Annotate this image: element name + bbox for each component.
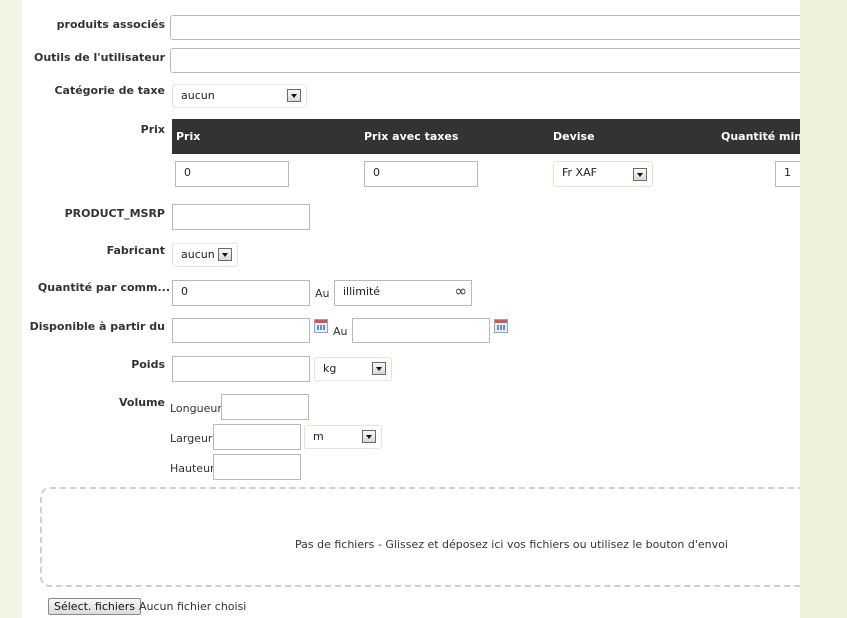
msrp-label: PRODUCT_MSRP [64,207,165,220]
weight-unit-value: kg [323,362,337,375]
price-table-header: Prix Prix avec taxes Devise Quantité min… [172,119,800,154]
available-from-label: Disponible à partir du [29,320,165,333]
calendar-icon[interactable] [314,319,328,333]
volume-unit-value: m [313,430,324,443]
height-label: Hauteur [170,462,215,475]
price-col-header: Prix [176,130,201,143]
price-tax-col-header: Prix avec taxes [364,130,459,143]
manufacturer-label: Fabricant [106,244,165,257]
currency-col-header: Devise [553,130,595,143]
left-background [0,0,22,618]
order-qty-label: Quantité par comm... [37,281,170,294]
currency-value: Fr XAF [562,166,597,179]
currency-select[interactable]: Fr XAF [553,161,653,187]
right-background [800,0,847,618]
chevron-down-icon [218,248,232,261]
price-label: Prix [140,123,165,136]
associated-products-label: produits associés [56,18,165,31]
msrp-input[interactable] [172,204,310,230]
available-to-input[interactable] [352,318,490,343]
price-with-tax-input[interactable]: 0 [364,161,478,187]
weight-label: Poids [131,358,165,371]
file-drop-zone[interactable]: Pas de fichiers - Glissez et déposez ici… [40,487,800,587]
product-form-panel: produits associés Outils de l'utilisateu… [22,0,800,618]
order-qty-to-input[interactable]: illimité ∞ [334,280,472,306]
order-qty-from-input[interactable]: 0 [172,280,310,306]
volume-unit-select[interactable]: m [304,425,382,449]
weight-unit-select[interactable]: kg [314,357,392,381]
calendar-icon[interactable] [494,319,508,333]
price-input[interactable]: 0 [175,161,289,187]
order-qty-to-label: Au [315,287,330,300]
user-tools-label: Outils de l'utilisateur [33,51,165,64]
min-qty-col-header: Quantité minim [721,130,800,143]
chevron-down-icon [362,430,376,443]
available-from-input[interactable] [172,318,310,343]
chevron-down-icon [287,89,301,102]
tax-category-value: aucun [181,89,215,102]
min-qty-input[interactable]: 1 [775,161,800,187]
chevron-down-icon [372,362,386,375]
manufacturer-select[interactable]: aucun [172,243,238,267]
select-files-button[interactable]: Sélect. fichiers [48,598,141,615]
infinity-icon[interactable]: ∞ [455,281,468,301]
order-qty-to-value: illimité [343,285,381,298]
manufacturer-value: aucun [181,248,215,261]
width-label: Largeur [170,432,213,445]
drop-zone-message: Pas de fichiers - Glissez et déposez ici… [295,538,728,551]
height-input[interactable] [213,454,301,480]
tax-category-select[interactable]: aucun [172,84,307,108]
length-input[interactable] [221,394,309,420]
chevron-down-icon [633,168,647,181]
associated-products-input[interactable] [170,15,800,40]
file-status-text: Aucun fichier choisi [139,600,247,613]
user-tools-input[interactable] [170,48,800,73]
available-to-label: Au [333,325,348,338]
length-label: Longueur [170,402,222,415]
width-input[interactable] [213,424,301,450]
weight-input[interactable] [172,356,310,382]
volume-label: Volume [119,396,165,409]
tax-category-label: Catégorie de taxe [54,84,165,97]
